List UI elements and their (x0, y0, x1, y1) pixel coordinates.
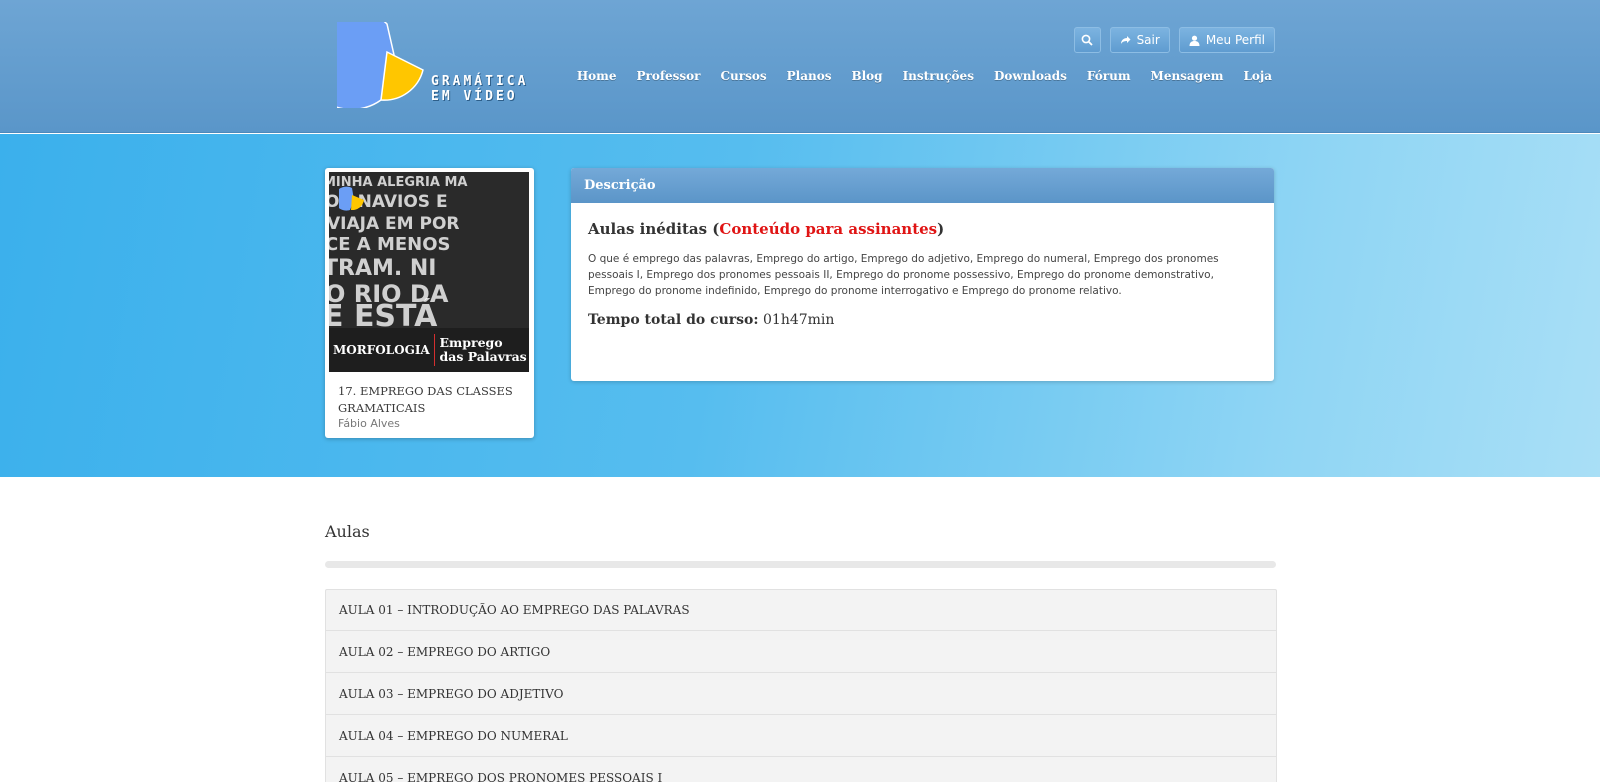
lesson-item[interactable]: AULA 01 – INTRODUÇÃO AO EMPREGO DAS PALA… (325, 589, 1277, 631)
profile-button[interactable]: Meu Perfil (1178, 27, 1275, 53)
course-total-time: Tempo total do curso: 01h47min (588, 312, 1257, 328)
course-thumbnail: MINHA ALEGRIA MA OS NAVIOS E VIAJA EM PO… (329, 172, 529, 372)
nav-downloads[interactable]: Downloads (994, 69, 1067, 83)
course-title[interactable]: 17. EMPREGO DAS CLASSES GRAMATICAIS (329, 383, 530, 417)
description-header: Descrição (571, 168, 1274, 203)
course-hero: MINHA ALEGRIA MA OS NAVIOS E VIAJA EM PO… (0, 134, 1600, 477)
thumbnail-caption: MORFOLOGIA Emprego das Palavras (329, 328, 529, 372)
lesson-item[interactable]: AULA 03 – EMPREGO DO ADJETIVO (325, 673, 1277, 715)
logo-text: GRAMÁTICA EM VÍDEO (431, 74, 528, 104)
search-button[interactable] (1073, 27, 1101, 53)
user-icon (1189, 35, 1200, 46)
description-panel: Descrição Aulas inéditas (Conteúdo para … (571, 168, 1274, 381)
nav-cursos[interactable]: Cursos (720, 69, 766, 83)
thumbnail-logo-icon (339, 186, 364, 211)
thumbnail-caption-right: Emprego das Palavras (439, 335, 527, 364)
logo-text-line1: GRAMÁTICA (431, 74, 529, 89)
profile-label: Meu Perfil (1205, 33, 1265, 47)
nav-forum[interactable]: Fórum (1087, 69, 1131, 83)
nav-loja[interactable]: Loja (1243, 69, 1272, 83)
logout-label: Sair (1136, 33, 1160, 47)
thumbnail-caption-left: MORFOLOGIA (333, 343, 430, 357)
lesson-list: AULA 01 – INTRODUÇÃO AO EMPREGO DAS PALA… (325, 589, 1277, 782)
nav-blog[interactable]: Blog (851, 69, 882, 83)
lesson-item[interactable]: AULA 04 – EMPREGO DO NUMERAL (325, 715, 1277, 757)
search-icon (1081, 34, 1093, 46)
lessons-divider (325, 561, 1276, 568)
nav-planos[interactable]: Planos (787, 69, 832, 83)
logout-button[interactable]: Sair (1109, 27, 1170, 53)
description-heading: Aulas inéditas (Conteúdo para assinantes… (588, 220, 1257, 238)
site-logo[interactable]: GRAMÁTICA EM VÍDEO (337, 22, 563, 108)
heading-prefix: Aulas inéditas ( (588, 220, 720, 238)
site-header: GRAMÁTICA EM VÍDEO Sair Meu Perfil Home (0, 0, 1600, 133)
header-actions: Sair Meu Perfil (1073, 27, 1275, 53)
nav-mensagem[interactable]: Mensagem (1151, 69, 1224, 83)
lesson-item[interactable]: AULA 05 – EMPREGO DOS PRONOMES PESSOAIS … (325, 757, 1277, 782)
share-arrow-icon (1120, 36, 1131, 44)
lessons-title: Aulas (325, 522, 370, 541)
main-nav: Home Professor Cursos Planos Blog Instru… (577, 69, 1272, 83)
thumbnail-caption-divider (433, 334, 436, 366)
description-text: O que é emprego das palavras, Emprego do… (588, 253, 1219, 297)
logo-text-line2: EM VÍDEO (431, 89, 518, 104)
description-body: Aulas inéditas (Conteúdo para assinantes… (571, 203, 1274, 345)
heading-suffix: ) (937, 220, 945, 238)
total-time-value: 01h47min (763, 312, 835, 328)
subscriber-content-label: Conteúdo para assinantes (719, 220, 938, 238)
total-time-label: Tempo total do curso: (588, 312, 759, 328)
nav-home[interactable]: Home (577, 69, 617, 83)
lesson-item[interactable]: AULA 02 – EMPREGO DO ARTIGO (325, 631, 1277, 673)
nav-instrucoes[interactable]: Instruções (903, 69, 974, 83)
course-author: Fábio Alves (338, 417, 400, 430)
course-card[interactable]: MINHA ALEGRIA MA OS NAVIOS E VIAJA EM PO… (325, 168, 534, 438)
nav-professor[interactable]: Professor (637, 69, 701, 83)
